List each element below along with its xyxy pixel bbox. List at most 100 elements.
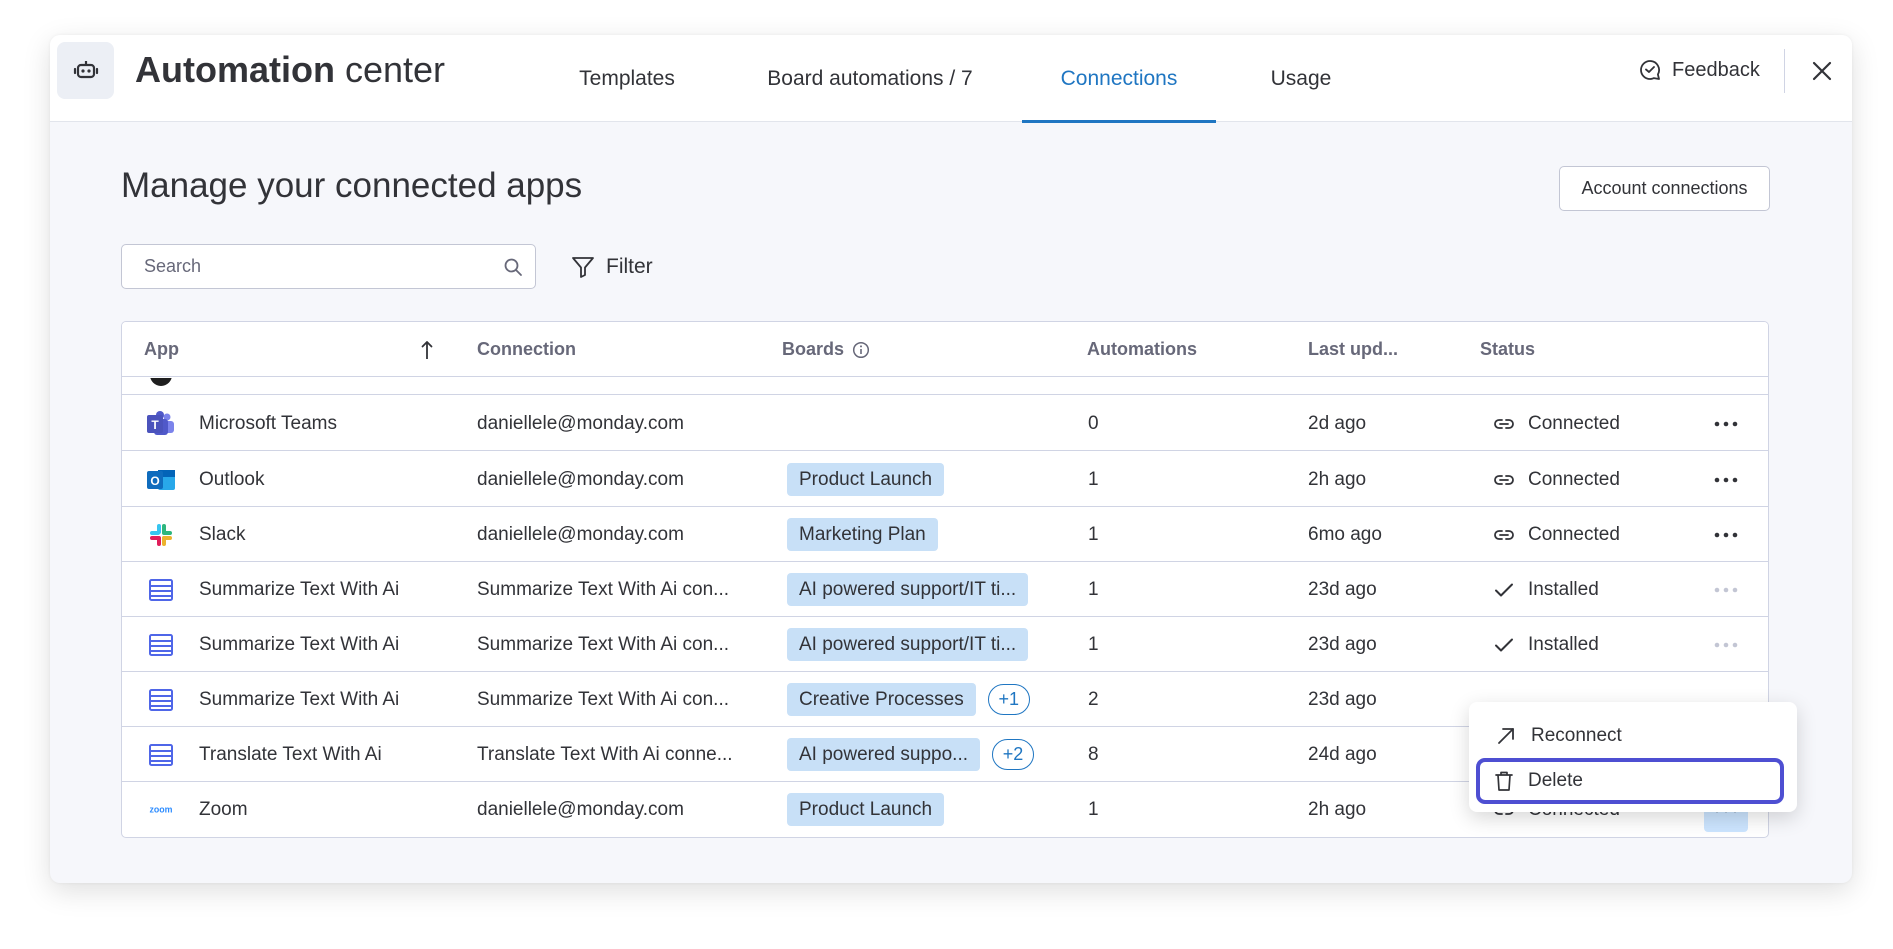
filter-button[interactable]: Filter [570,244,653,289]
svg-text:zoom: zoom [149,805,172,815]
app-title-bold: Automation [135,49,335,90]
board-tag[interactable]: AI powered support/IT ti... [787,628,1029,661]
tab-label: Board automations / 7 [767,66,973,90]
table-row[interactable]: Slack daniellele@monday.com Marketing Pl… [122,507,1768,562]
menu-item-delete[interactable]: Delete [1476,758,1784,804]
column-header-automations[interactable]: Automations [1087,322,1197,377]
table-row[interactable]: Summarize Text With Ai Summarize Text Wi… [122,562,1768,617]
status: Installed [1492,617,1599,672]
feedback-label: Feedback [1672,58,1760,81]
link-icon [1494,474,1514,485]
automations-count: 0 [1088,412,1099,434]
microsoft-teams-icon: T [146,409,176,439]
feedback-icon [1640,60,1660,80]
more-horizontal-icon [1714,421,1738,427]
app-title: Automation center [135,47,445,93]
active-tab-indicator [1022,120,1216,123]
column-header-boards[interactable]: Boards [782,322,870,377]
row-actions-menu: Reconnect Delete [1469,702,1797,812]
more-actions-button[interactable] [1704,402,1748,446]
last-updated: 2h ago [1308,468,1367,490]
table-header: App Connection Boards Automations Last u… [122,322,1768,377]
column-header-connection[interactable]: Connection [477,322,576,377]
status-label: Installed [1528,633,1599,655]
table-row[interactable]: Summarize Text With Ai Summarize Text Wi… [122,617,1768,672]
more-actions-button[interactable] [1704,458,1748,502]
slack-icon [146,520,176,550]
top-bar: Automation center Templates Board automa… [50,35,1852,123]
column-label: Last upd... [1308,339,1398,359]
tab-board-automations[interactable]: Board automations / 7 [740,35,1000,122]
last-updated: 2h ago [1308,798,1367,820]
board-tag[interactable]: AI powered support/IT ti... [787,573,1029,606]
automations-count: 1 [1088,523,1099,545]
boards-cell: AI powered suppo... +2 [787,727,1034,782]
board-tag[interactable]: AI powered suppo... [787,738,980,771]
status: Connected [1492,396,1620,451]
column-header-status[interactable]: Status [1480,322,1535,377]
more-boards-badge[interactable]: +2 [992,739,1034,770]
last-updated: 24d ago [1308,743,1377,765]
sort-arrow-up-icon[interactable] [420,322,434,377]
status: Installed [1492,562,1599,617]
feedback-button[interactable]: Feedback [1638,52,1760,88]
check-icon [1495,583,1513,596]
tab-templates[interactable]: Templates [558,35,696,122]
app-name: Summarize Text With Ai [199,688,400,710]
more-horizontal-icon [1714,642,1738,648]
app-name: Outlook [199,468,265,490]
trash-icon [1495,771,1513,791]
automations-count: 1 [1088,578,1099,600]
column-header-last-updated[interactable]: Last upd... [1308,322,1398,377]
last-updated: 6mo ago [1308,523,1382,545]
page-title: Manage your connected apps [121,166,583,205]
board-tag[interactable]: Marketing Plan [787,518,938,551]
board-tag[interactable]: Product Launch [787,793,945,826]
column-label: Automations [1087,339,1197,359]
automations-count: 2 [1088,688,1099,710]
tab-label: Templates [579,66,675,90]
last-updated: 2d ago [1308,412,1367,434]
boards-cell: Creative Processes +1 [787,672,1030,727]
connection-account: daniellele@monday.com [477,798,684,820]
more-actions-button[interactable] [1704,513,1748,557]
last-updated: 23d ago [1308,578,1377,600]
filter-label: Filter [606,254,653,278]
app-name: Summarize Text With Ai [199,578,400,600]
tab-connections[interactable]: Connections [1022,35,1216,123]
app-name: Microsoft Teams [199,412,337,434]
more-actions-button[interactable] [1704,568,1748,612]
connection-account: daniellele@monday.com [477,412,684,434]
status-label: Connected [1528,412,1620,434]
board-tag[interactable]: Creative Processes [787,683,976,716]
status: Connected [1492,452,1620,507]
automations-count: 1 [1088,798,1099,820]
table-row[interactable]: T Microsoft Teams daniellele@monday.com … [122,396,1768,451]
column-label: Connection [477,339,576,359]
search-input[interactable] [122,245,535,288]
boards-cell: Product Launch [787,452,945,507]
close-button[interactable] [1804,53,1840,89]
more-actions-button[interactable] [1704,623,1748,667]
zoom-icon: zoom [146,795,176,825]
table-row[interactable]: O Outlook daniellele@monday.com Product … [122,452,1768,507]
app-name: Summarize Text With Ai [199,633,400,655]
last-updated: 23d ago [1308,633,1377,655]
menu-item-label: Reconnect [1531,725,1622,746]
filter-icon [572,256,594,278]
status-label: Installed [1528,578,1599,600]
menu-item-reconnect[interactable]: Reconnect [1477,715,1789,757]
more-horizontal-icon [1714,477,1738,483]
connection-account: Translate Text With Ai conne... [477,743,733,765]
column-header-app[interactable]: App [144,322,179,377]
ai-app-icon [146,630,176,660]
more-boards-badge[interactable]: +1 [987,684,1030,715]
automations-count: 1 [1088,468,1099,490]
account-connections-button[interactable]: Account connections [1559,166,1770,211]
info-icon[interactable] [852,341,870,359]
tab-usage[interactable]: Usage [1258,35,1344,122]
search-box [121,244,536,289]
connection-account: daniellele@monday.com [477,468,684,490]
status-label: Connected [1528,468,1620,490]
board-tag[interactable]: Product Launch [787,463,945,496]
